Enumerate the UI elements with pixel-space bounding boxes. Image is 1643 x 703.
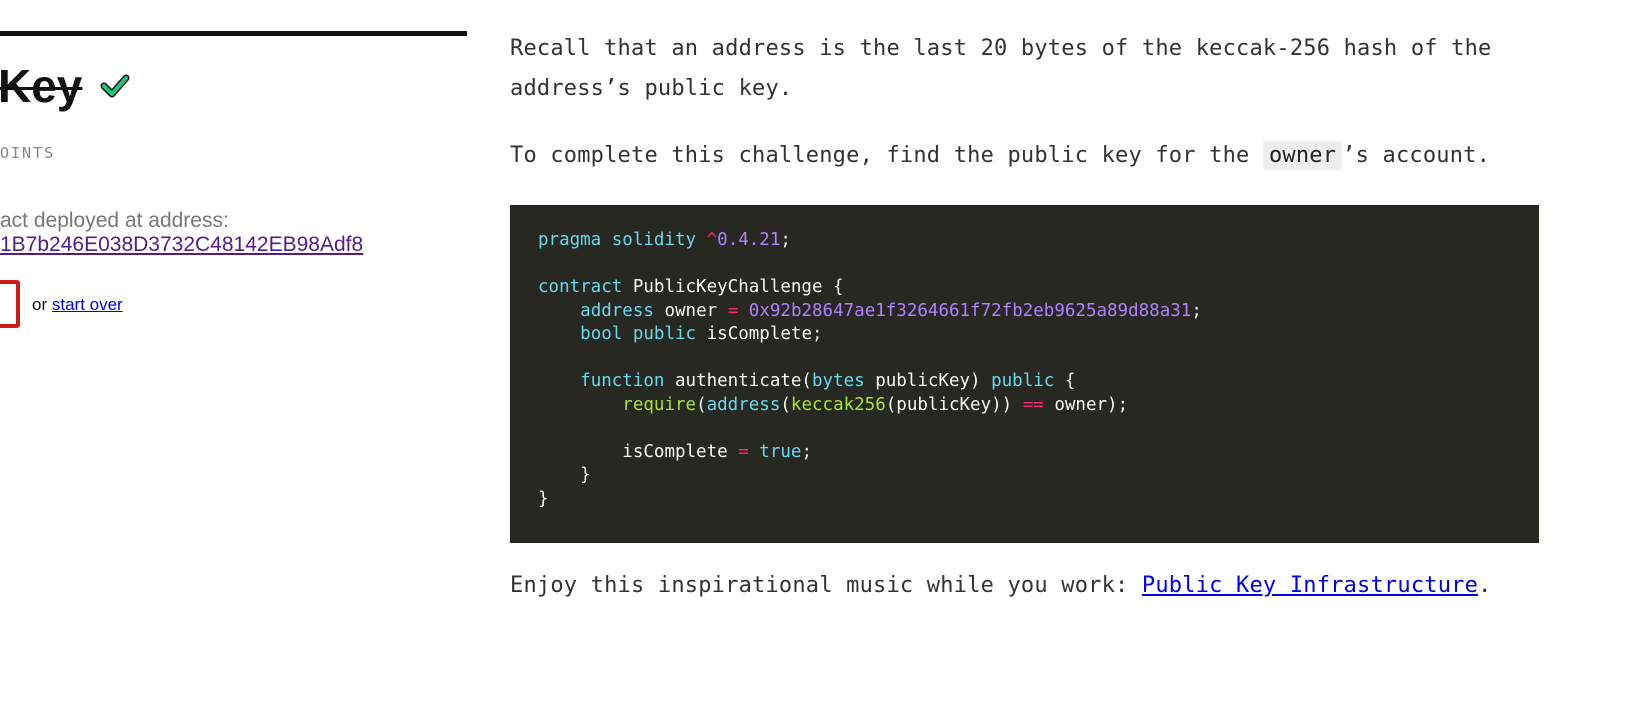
points-label: OINTS [0, 144, 56, 162]
p2-text-after: ’s account. [1342, 143, 1491, 168]
p3-text-after: . [1478, 573, 1492, 598]
challenge-title: Key [0, 60, 83, 112]
challenge-title-row: Key [0, 56, 130, 116]
description-paragraph-1: Recall that an address is the last 20 by… [510, 36, 1492, 101]
start-over-row: or start over [32, 295, 123, 315]
deployed-label: act deployed at address: [0, 209, 229, 232]
owner-inline-code: owner [1262, 141, 1343, 170]
music-paragraph: Enjoy this inspirational music while you… [510, 566, 1540, 606]
start-over-link[interactable]: start over [52, 295, 123, 314]
p2-text-before: To complete this challenge, find the pub… [510, 143, 1263, 168]
top-rule [0, 31, 467, 36]
or-text: or [32, 295, 48, 314]
contract-address-link[interactable]: 1B7b246E038D3732C48142EB98Adf8 [0, 232, 363, 258]
p3-text-before: Enjoy this inspirational music while you… [510, 573, 1142, 598]
contract-code-block: pragma solidity ^0.4.21; contract Public… [510, 205, 1539, 543]
challenge-sidebar: Key OINTS act deployed at address: 1B7b2… [0, 0, 470, 703]
music-link[interactable]: Public Key Infrastructure [1142, 573, 1478, 598]
check-solution-button[interactable] [0, 280, 20, 328]
description-paragraph-2: To complete this challenge, find the pub… [510, 136, 1540, 176]
check-icon [100, 74, 130, 98]
